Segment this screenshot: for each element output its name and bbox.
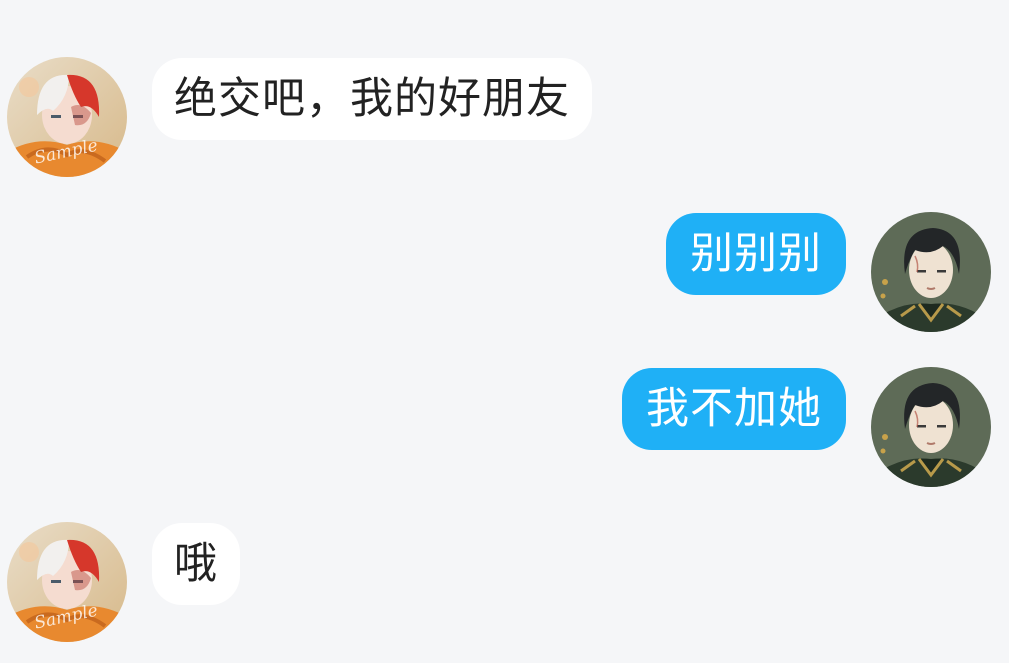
white-red-hair-boy-avatar-icon: Sample [7,57,127,177]
contact-avatar[interactable]: Sample [7,522,127,642]
incoming-message-bubble[interactable]: 绝交吧，我的好朋友 [152,58,592,140]
incoming-message-bubble[interactable]: 哦 [152,523,240,605]
message-text: 哦 [174,538,218,589]
user-avatar[interactable] [871,212,991,332]
message-text: 别别别 [690,228,822,279]
outgoing-message-bubble[interactable]: 我不加她 [622,368,846,450]
white-red-hair-boy-avatar-icon: Sample [7,522,127,642]
dark-hair-uniform-avatar-icon [871,212,991,332]
message-text: 绝交吧，我的好朋友 [174,73,570,124]
message-text: 我不加她 [646,383,822,434]
dark-hair-uniform-avatar-icon [871,367,991,487]
outgoing-message-bubble[interactable]: 别别别 [666,213,846,295]
contact-avatar[interactable]: Sample [7,57,127,177]
user-avatar[interactable] [871,367,991,487]
